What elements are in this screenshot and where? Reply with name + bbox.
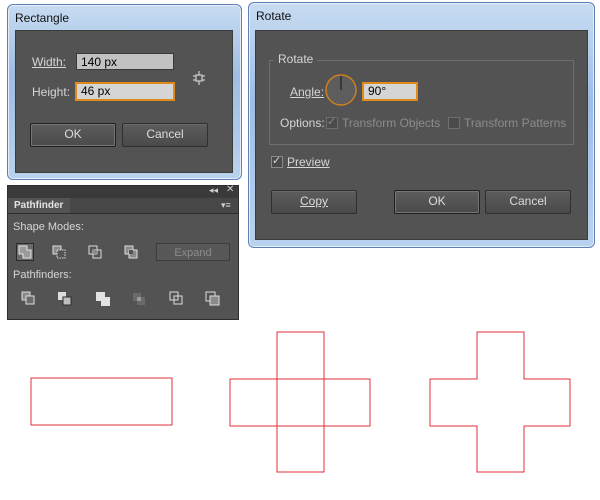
rectangle-dialog-title: Rectangle — [15, 11, 70, 25]
shape-modes-label: Shape Modes: — [13, 221, 84, 233]
transform-patterns-checkbox[interactable] — [448, 117, 460, 129]
intersect-icon[interactable] — [86, 243, 104, 261]
overlapping-rectangles-shape — [229, 331, 371, 473]
angle-label: Angle: — [290, 85, 325, 99]
transform-objects-checkbox[interactable]: ✓ — [326, 116, 338, 129]
rotate-group-label: Rotate — [274, 52, 318, 66]
rectangle-dialog-body: Width: 140 px Height: 46 px OK Cancel — [15, 30, 233, 173]
tab-pathfinder[interactable]: Pathfinder — [8, 198, 70, 213]
panel-menu-icon[interactable]: ▾≡ — [221, 200, 231, 211]
merge-icon[interactable] — [94, 290, 112, 308]
unite-icon[interactable] — [16, 243, 34, 261]
rectangle-dialog: Rectangle Width: 140 px Height: 46 px OK… — [7, 4, 242, 180]
united-cross-shape — [429, 331, 571, 473]
rectangle-shape — [30, 377, 173, 426]
angle-field[interactable]: 90° — [362, 82, 418, 101]
rotate-dialog: Rotate Rotate Angle: 90° Options: ✓ Tran… — [248, 2, 595, 248]
crop-icon[interactable] — [130, 290, 148, 308]
pathfinders-label: Pathfinders: — [13, 269, 72, 281]
close-panel-icon[interactable]: ✕ — [226, 184, 234, 195]
rotate-ok-button[interactable]: OK — [394, 190, 480, 214]
check-icon: ✓ — [327, 116, 337, 128]
preview-checkbox[interactable]: ✓ — [271, 155, 283, 168]
expand-button[interactable]: Expand — [156, 243, 230, 261]
minus-front-icon[interactable] — [50, 243, 68, 261]
rotate-group-box — [269, 60, 574, 145]
rectangle-ok-button[interactable]: OK — [30, 123, 116, 147]
copy-button[interactable]: Copy — [271, 190, 357, 214]
panel-header-bar: ◂◂ ✕ — [8, 184, 238, 198]
rotate-dialog-title: Rotate — [256, 9, 292, 23]
minus-back-icon[interactable] — [204, 290, 222, 308]
trim-icon[interactable] — [56, 290, 74, 308]
height-label: Height: — [32, 85, 71, 99]
divide-icon[interactable] — [20, 290, 38, 308]
preview-label: Preview — [287, 155, 330, 169]
exclude-icon[interactable] — [122, 243, 140, 261]
transform-patterns-label: Transform Patterns — [464, 116, 567, 130]
width-field[interactable]: 140 px — [76, 53, 174, 70]
options-label: Options: — [280, 116, 325, 130]
height-field[interactable]: 46 px — [75, 82, 175, 101]
constrain-proportions-icon[interactable] — [190, 69, 208, 87]
rectangle-cancel-button[interactable]: Cancel — [122, 123, 208, 147]
rotate-cancel-button[interactable]: Cancel — [485, 190, 571, 214]
angle-dial-icon[interactable] — [324, 73, 358, 107]
pathfinder-panel: ◂◂ ✕ Pathfinder ▾≡ Shape Modes: Expand P… — [7, 184, 239, 320]
outline-icon[interactable] — [168, 290, 186, 308]
rotate-dialog-body: Rotate Angle: 90° Options: ✓ Transform O… — [255, 30, 588, 240]
transform-objects-label: Transform Objects — [342, 116, 441, 130]
width-label: Width: — [32, 55, 67, 69]
check-icon: ✓ — [272, 155, 282, 167]
collapse-panel-icon[interactable]: ◂◂ — [209, 185, 218, 196]
